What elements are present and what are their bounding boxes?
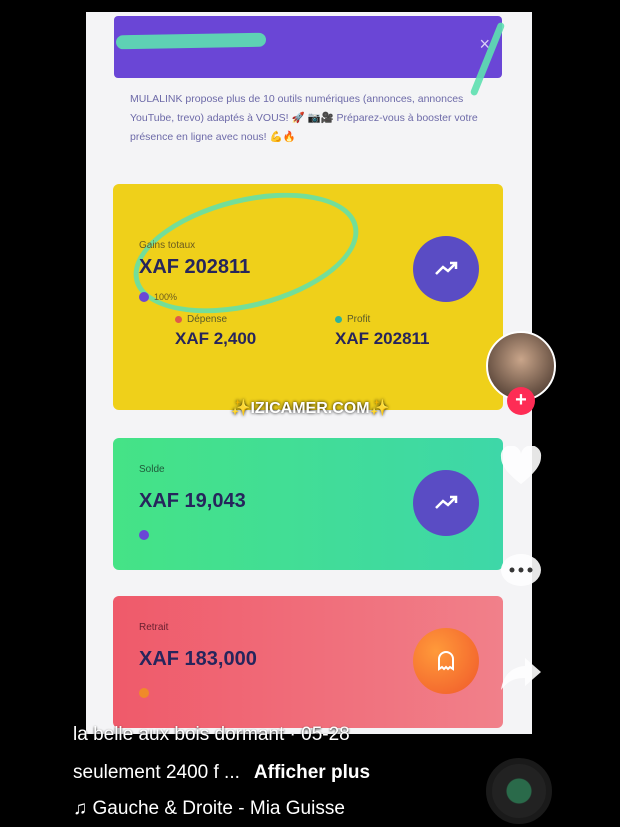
music-label[interactable]: ♫ Gauche & Droite - Mia Guisse xyxy=(73,798,345,820)
comment-icon[interactable] xyxy=(496,548,546,592)
app-screenshot: × MULALINK propose plus de 10 outils num… xyxy=(86,12,532,734)
profit-stat: Profit XAF 202811 xyxy=(335,314,430,349)
video-username[interactable]: la belle aux bois dormant · 05-28 xyxy=(73,724,350,746)
promo-text: MULALINK propose plus de 10 outils numér… xyxy=(130,93,478,143)
status-dot xyxy=(139,688,149,698)
card-value: XAF 202811 xyxy=(139,256,251,278)
description-text: seulement 2400 f ... xyxy=(73,762,240,783)
card-sub xyxy=(139,530,154,540)
show-more-link[interactable]: Afficher plus xyxy=(254,762,370,783)
status-dot xyxy=(139,530,149,540)
profit-label: Profit xyxy=(347,314,371,325)
total-earnings-card: Gains totaux XAF 202811 100% Dépense XAF… xyxy=(113,171,503,410)
card-sub: 100% xyxy=(139,292,177,302)
trend-up-icon xyxy=(413,470,479,536)
ghost-icon xyxy=(413,628,479,694)
video-description: seulement 2400 f ... Afficher plus xyxy=(73,762,370,784)
expense-value: XAF 2,400 xyxy=(175,329,257,348)
card-sub xyxy=(139,688,154,698)
card-sub-text: 100% xyxy=(154,292,178,302)
music-disc-icon[interactable] xyxy=(486,758,552,824)
share-icon[interactable] xyxy=(496,652,546,696)
expense-label: Dépense xyxy=(187,314,228,325)
profit-dot xyxy=(335,316,342,323)
heart-icon[interactable] xyxy=(496,444,546,488)
status-dot xyxy=(139,292,149,302)
withdrawal-card: Retrait XAF 183,000 xyxy=(113,596,503,728)
card-value: XAF 183,000 xyxy=(139,648,257,670)
card-label: Gains totaux xyxy=(139,240,196,251)
card-label: Retrait xyxy=(139,622,169,633)
balance-card: Solde XAF 19,043 xyxy=(113,438,503,570)
highlight-circle xyxy=(121,171,371,335)
profit-value: XAF 202811 xyxy=(335,329,430,348)
card-value: XAF 19,043 xyxy=(139,490,246,512)
expense-dot xyxy=(175,316,182,323)
highlight-stroke xyxy=(115,32,267,50)
trend-up-icon xyxy=(413,236,479,302)
expense-stat: Dépense XAF 2,400 xyxy=(175,314,256,349)
card-label: Solde xyxy=(139,464,165,475)
follow-button[interactable]: + xyxy=(507,387,535,415)
